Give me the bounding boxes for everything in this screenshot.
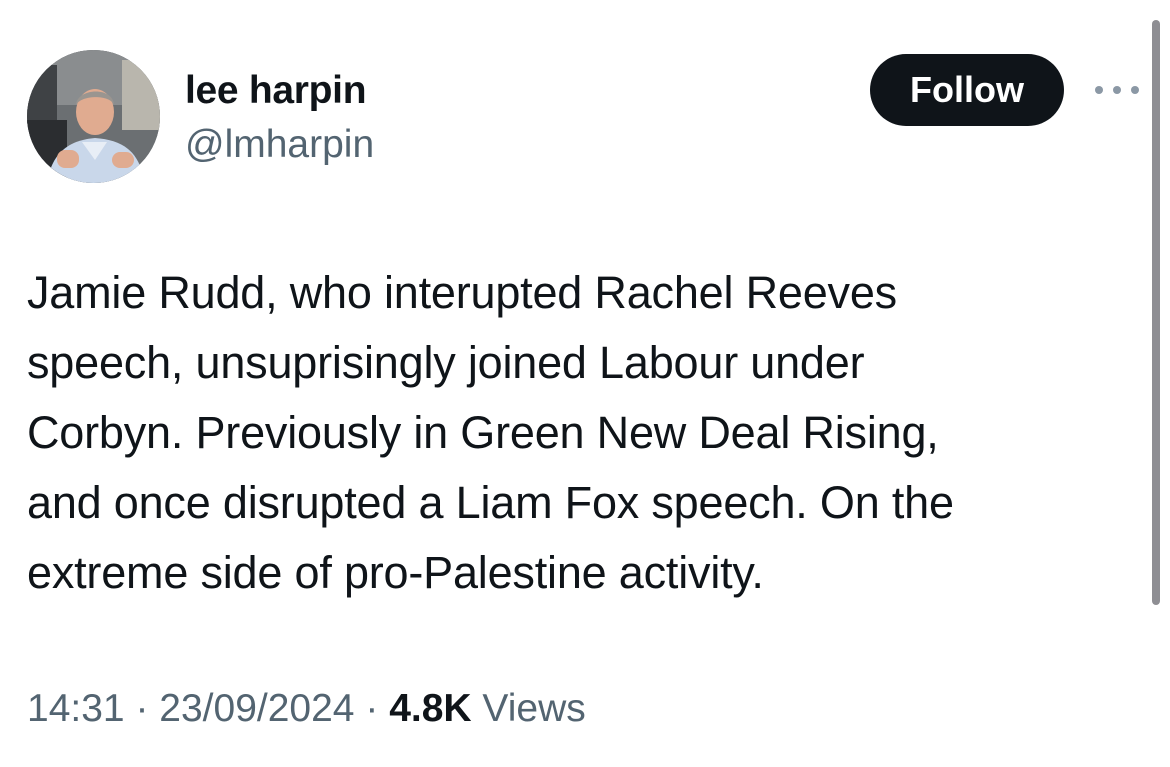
more-dot [1131, 86, 1139, 94]
tweet-time[interactable]: 14:31 [27, 687, 125, 730]
views-count[interactable]: 4.8K [389, 687, 471, 730]
author-handle[interactable]: @lmharpin [185, 121, 374, 169]
scrollbar[interactable] [1152, 20, 1160, 605]
tweet-date[interactable]: 23/09/2024 [159, 687, 354, 730]
meta-separator: · [365, 687, 379, 730]
avatar[interactable] [27, 50, 160, 183]
more-horizontal-icon[interactable] [1095, 78, 1139, 102]
views-label: Views [482, 687, 586, 730]
meta-separator: · [135, 687, 149, 730]
tweet-metadata: 14:31 · 23/09/2024 · 4.8K Views [27, 684, 586, 734]
more-dot [1113, 86, 1121, 94]
more-dot [1095, 86, 1103, 94]
tweet-text: Jamie Rudd, who interupted Rachel Reeves… [27, 267, 954, 598]
avatar-photo [27, 50, 160, 183]
author-display-name[interactable]: lee harpin [185, 66, 367, 116]
follow-button[interactable]: Follow [870, 54, 1064, 126]
